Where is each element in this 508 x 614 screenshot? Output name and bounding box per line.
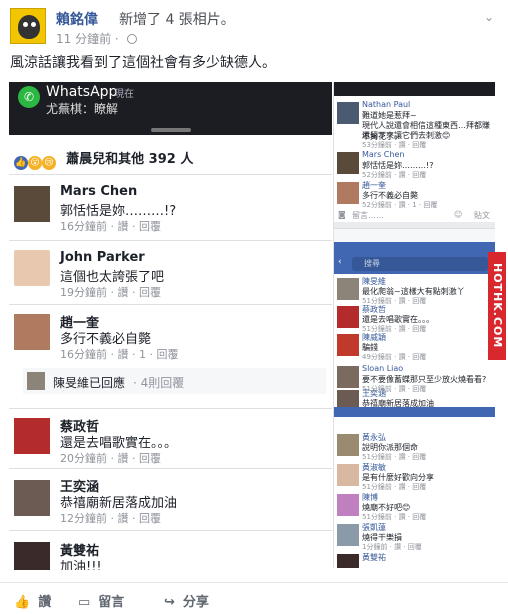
commenter-name: Nathan Paul bbox=[362, 100, 411, 109]
nav-bar bbox=[334, 407, 495, 417]
post-time-text: 11 分鐘前 · bbox=[56, 32, 123, 46]
author-name[interactable]: 賴銘偉 bbox=[56, 9, 98, 29]
like-label: 讚 bbox=[38, 595, 52, 610]
commenter-avatar[interactable] bbox=[14, 418, 50, 454]
search-input[interactable]: 搜尋 bbox=[352, 257, 488, 271]
share-icon: ↪ bbox=[164, 595, 175, 610]
commenter-avatar[interactable] bbox=[14, 542, 50, 570]
like-reaction-icon: 👍 bbox=[14, 156, 28, 170]
commenter-name: 黃雙祐 bbox=[362, 553, 386, 562]
commenter-name[interactable]: Mars Chen bbox=[60, 184, 137, 199]
emoji-icon[interactable]: ☺ bbox=[454, 210, 462, 219]
comment-label: 留言 bbox=[98, 595, 125, 610]
facebook-post: 賴銘偉 新增了 4 張相片。 11 分鐘前 · ⌄ 風涼話讓我看到了這個社會有多… bbox=[0, 0, 508, 614]
post-header: 賴銘偉 新增了 4 張相片。 11 分鐘前 · ⌄ bbox=[10, 8, 498, 47]
like-button[interactable]: 👍 讚 bbox=[14, 591, 51, 610]
comment-meta: 20分鐘前 · 讚 · 回覆 bbox=[60, 452, 161, 465]
status-bar bbox=[334, 82, 495, 96]
comment-meta: 19分鐘前 · 讚 · 回覆 bbox=[60, 286, 161, 299]
post-button[interactable]: 貼文 bbox=[474, 210, 490, 221]
comment-icon: ▭ bbox=[78, 595, 91, 610]
comment-text: 恭禧廟新居落成加油 bbox=[60, 496, 178, 511]
commenter-name: Sloan Liao bbox=[362, 364, 404, 373]
watermark: HOTHK.COM bbox=[488, 252, 506, 360]
comment-button[interactable]: ▭ 留言 bbox=[78, 591, 124, 610]
comment-meta: 12分鐘前 · 讚 · 回覆 bbox=[60, 512, 161, 525]
camera-icon[interactable]: ◙ bbox=[338, 210, 346, 219]
reactions-summary: 蕭晨兒和其他 392 人 bbox=[66, 152, 194, 167]
chevron-down-icon[interactable]: ⌄ bbox=[484, 10, 494, 24]
notification-message: 尤蕪棋：瞭解 bbox=[46, 102, 119, 116]
comment-meta: 52分鐘前 · 讚 · 1 · 回覆 bbox=[362, 201, 438, 209]
share-button[interactable]: ↪ 分享 bbox=[164, 591, 209, 610]
whatsapp-icon: ✆ bbox=[18, 86, 40, 108]
notification-app: WhatsApp bbox=[46, 84, 118, 100]
reactions-bar: 👍 😮 😢 蕭晨兒和其他 392 人 bbox=[14, 148, 194, 170]
sad-reaction-icon: 😢 bbox=[42, 156, 56, 170]
comment-meta: 53分鐘前 · 讚 · 回覆 bbox=[362, 141, 427, 149]
comment-meta: 51分鐘前 · 讚 · 回覆 bbox=[362, 453, 427, 461]
post-caption: 風涼話讓我看到了這個社會有多少缺德人。 bbox=[10, 55, 276, 71]
comment-meta: 51分鐘前 · 讚 · 回覆 bbox=[362, 513, 427, 521]
post-actions-bar: 👍 讚 ▭ 留言 ↪ 分享 bbox=[0, 582, 508, 612]
reply-count: · 4則回覆 bbox=[133, 376, 185, 390]
comment-text: 這個也太誇張了吧 bbox=[60, 270, 165, 285]
commenter-name[interactable]: John Parker bbox=[60, 250, 145, 265]
photo-right[interactable]: Nathan Paul 難道她是惹拜~ 現代人說還會相信這種東西…拜都賺不夠花了… bbox=[333, 82, 495, 568]
whatsapp-notification: ✆ WhatsApp 現在 尤蕪棋：瞭解 bbox=[9, 82, 332, 135]
commenter-avatar[interactable] bbox=[14, 186, 50, 222]
reply-avatar bbox=[27, 372, 45, 390]
back-icon[interactable]: ‹ bbox=[338, 257, 342, 267]
share-label: 分享 bbox=[182, 595, 209, 610]
notification-handle bbox=[151, 128, 191, 132]
search-bar: ‹ 搜尋 bbox=[334, 254, 495, 274]
comment-text: 還是去唱歌實在。。。 bbox=[60, 436, 178, 451]
comment-meta: 16分鐘前 · 讚 · 回覆 bbox=[60, 220, 161, 233]
commenter-avatar[interactable] bbox=[14, 480, 50, 516]
wow-reaction-icon: 😮 bbox=[28, 156, 42, 170]
comment-text: 加油!!! bbox=[60, 560, 102, 570]
post-action: 新增了 4 張相片。 bbox=[119, 12, 235, 28]
photo-left[interactable]: ✆ WhatsApp 現在 尤蕪棋：瞭解 👍 😮 😢 蕭晨兒和其他 392 人 Ma… bbox=[9, 82, 332, 570]
thumbs-up-icon: 👍 bbox=[14, 595, 31, 610]
status-bar bbox=[334, 242, 495, 254]
notification-time: 現在 bbox=[114, 89, 134, 100]
comment-meta: 1分鐘前 · 讚 · 回覆 bbox=[362, 543, 422, 551]
commenter-name: Mars Chen bbox=[362, 150, 405, 159]
comment-meta: 51分鐘前 · 讚 · 回覆 bbox=[362, 483, 427, 491]
globe-icon bbox=[126, 34, 137, 44]
post-time[interactable]: 11 分鐘前 · bbox=[56, 30, 137, 47]
comment-text: 郭恬恬是妳………!? bbox=[60, 204, 177, 219]
comment-meta: 52分鐘前 · 讚 · 回覆 bbox=[362, 171, 427, 179]
comment-meta: 49分鐘前 · 讚 · 回覆 bbox=[362, 353, 427, 361]
comment-meta: 16分鐘前 · 讚 · 1 · 回覆 bbox=[60, 348, 179, 361]
author-avatar[interactable] bbox=[10, 8, 46, 44]
reply-text: 陳旻維已回應 bbox=[53, 376, 126, 390]
comment-input[interactable]: 留言…… bbox=[352, 210, 384, 221]
commenter-avatar[interactable] bbox=[14, 314, 50, 350]
commenter-avatar[interactable] bbox=[14, 250, 50, 286]
replies-row[interactable]: 陳旻維已回應 · 4則回覆 bbox=[23, 368, 326, 394]
comment-text: 多行不義必自斃 bbox=[60, 332, 152, 347]
